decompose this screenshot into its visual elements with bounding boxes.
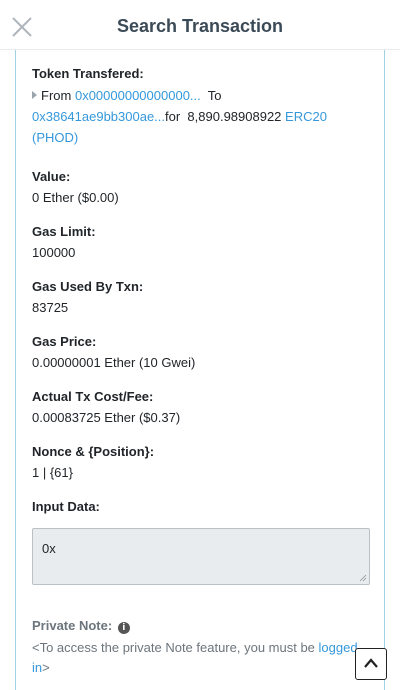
- header-bar: Search Transaction: [0, 0, 400, 50]
- tx-fee-field: Actual Tx Cost/Fee: 0.00083725 Ether ($0…: [32, 389, 377, 425]
- transaction-panel: Token Transfered: From 0x00000000000000.…: [15, 50, 385, 690]
- page-title: Search Transaction: [116, 16, 284, 36]
- gas-price-label: Gas Price:: [32, 334, 97, 349]
- gas-used-value: 83725: [32, 300, 69, 315]
- input-data-value: 0x: [42, 541, 56, 556]
- tx-fee-label: Actual Tx Cost/Fee:: [32, 389, 154, 404]
- private-note-text-end: >: [42, 660, 50, 675]
- input-data-textarea[interactable]: 0x: [32, 528, 370, 585]
- to-address-link[interactable]: 0x38641ae9bb300ae...: [32, 109, 165, 124]
- gas-limit-label: Gas Limit:: [32, 224, 96, 239]
- gas-used-label: Gas Used By Txn:: [32, 279, 144, 294]
- nonce-field: Nonce & {Position}: 1 | {61}: [32, 444, 377, 480]
- private-note-message: <To access the private Note feature, you…: [32, 638, 377, 678]
- from-address-link[interactable]: 0x00000000000000...: [75, 88, 201, 103]
- input-data-field: Input Data:: [32, 499, 377, 514]
- to-text: To: [207, 88, 222, 103]
- input-data-label: Input Data:: [32, 499, 100, 514]
- for-text: for: [165, 109, 181, 124]
- value-amount: 0 Ether ($0.00): [32, 190, 119, 205]
- scroll-to-top-button[interactable]: [355, 648, 387, 680]
- from-text: From: [41, 88, 72, 103]
- nonce-value: 1 | {61}: [32, 465, 73, 480]
- private-note-header: Private Note: i: [32, 618, 377, 634]
- nonce-label: Nonce & {Position}:: [32, 444, 155, 459]
- tx-fee-value: 0.00083725 Ether ($0.37): [32, 410, 181, 425]
- resize-grip-icon[interactable]: [359, 574, 367, 582]
- token-standard-link[interactable]: ERC20: [285, 109, 327, 124]
- private-note-label: Private Note:: [32, 618, 113, 633]
- token-transfer-row: From 0x00000000000000... To 0x38641ae9bb…: [32, 85, 377, 148]
- gas-used-field: Gas Used By Txn: 83725: [32, 279, 377, 315]
- gas-limit-field: Gas Limit: 100000: [32, 224, 377, 260]
- caret-right-icon: [32, 91, 37, 99]
- private-note-text: <To access the private Note feature, you…: [32, 640, 315, 655]
- gas-limit-value: 100000: [32, 245, 76, 260]
- token-transfer-section: Token Transfered: From 0x00000000000000.…: [32, 66, 377, 148]
- info-circle-icon[interactable]: i: [117, 622, 130, 634]
- gas-price-field: Gas Price: 0.00000001 Ether (10 Gwei): [32, 334, 377, 370]
- chevron-up-icon: [364, 658, 378, 668]
- value-label: Value:: [32, 169, 71, 184]
- token-amount: 8,890.98908922: [187, 109, 282, 124]
- value-field: Value: 0 Ether ($0.00): [32, 169, 377, 205]
- gas-price-value: 0.00000001 Ether (10 Gwei): [32, 355, 196, 370]
- token-symbol-link[interactable]: (PHOD): [32, 130, 78, 145]
- private-note-section: Private Note: i <To access the private N…: [32, 618, 377, 678]
- token-transfer-label: Token Transfered:: [32, 66, 144, 81]
